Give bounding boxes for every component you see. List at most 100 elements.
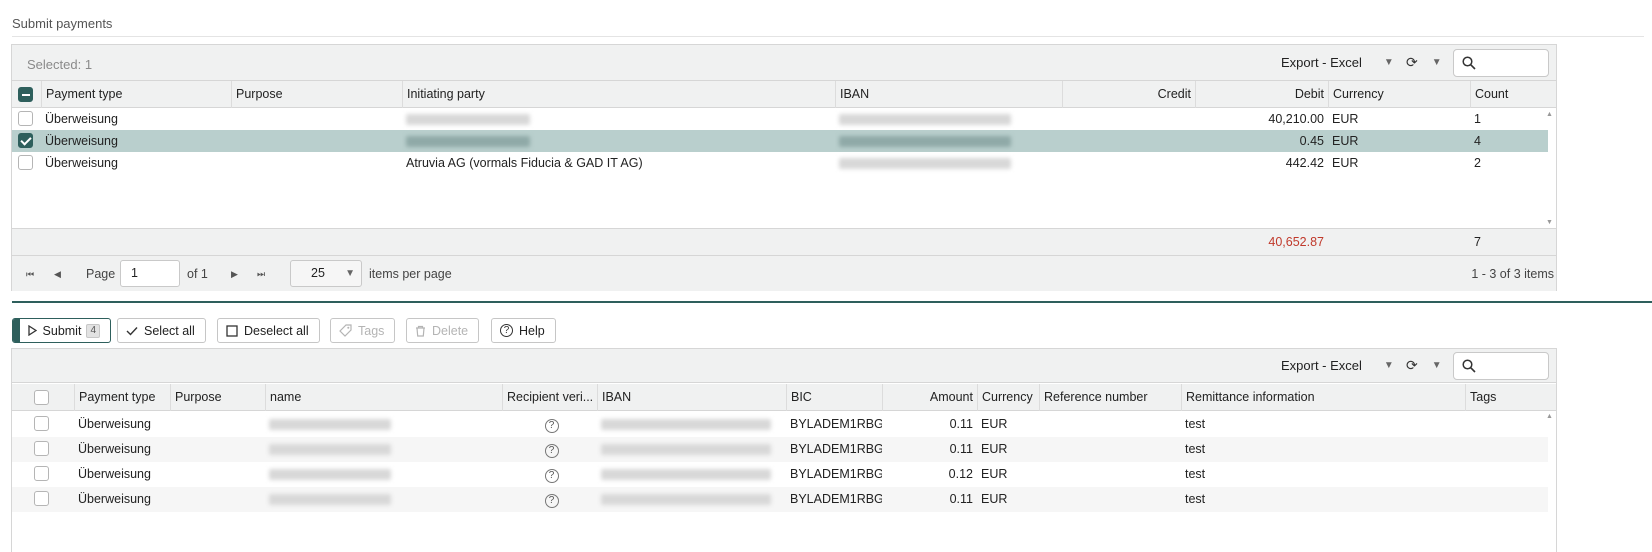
first-page-icon[interactable]: ⏮	[26, 256, 34, 292]
tags-button[interactable]: Tags	[330, 318, 396, 343]
cell-currency: EUR	[981, 492, 1008, 506]
grid-header: Payment type Purpose name Recipient veri…	[12, 384, 1556, 411]
page-label: Page	[86, 267, 116, 281]
cell-payment-type: Überweisung	[45, 134, 118, 148]
col-count[interactable]: Count	[1470, 81, 1546, 108]
cell-initiating-party: Atruvia AG (vormals Fiducia & GAD IT AG)	[406, 156, 643, 170]
cell-initiating-party-redacted	[402, 130, 835, 152]
col-debit[interactable]: Debit	[1195, 81, 1328, 108]
row-checkbox[interactable]	[34, 491, 49, 506]
select-all-cell	[12, 81, 41, 108]
table-row[interactable]: Überweisung ? BYLADEM1RBG 0.12 EUR test	[12, 462, 1548, 487]
col-bic[interactable]: BIC	[786, 384, 882, 411]
question-circle-icon[interactable]: ?	[544, 419, 559, 433]
cell-name-redacted	[265, 487, 502, 512]
table-row[interactable]: Überweisung Atruvia AG (vormals Fiducia …	[12, 152, 1548, 174]
search-input[interactable]	[1453, 352, 1549, 380]
export-excel-dropdown[interactable]: Export - Excel ▼	[1281, 358, 1394, 373]
col-currency[interactable]: Currency	[1328, 81, 1470, 108]
cell-initiating-party-redacted	[402, 108, 835, 130]
col-credit[interactable]: Credit	[1062, 81, 1195, 108]
submit-label: Submit	[42, 323, 82, 338]
cell-iban-redacted	[597, 412, 786, 437]
refresh-button[interactable]: ⟳ ▼	[1406, 54, 1446, 71]
row-checkbox[interactable]	[18, 111, 33, 126]
cell-payment-type: Überweisung	[78, 442, 151, 456]
question-circle-icon[interactable]: ?	[544, 494, 559, 508]
select-all-button[interactable]: Select all	[117, 318, 206, 343]
col-name[interactable]: name	[265, 384, 502, 411]
table-row[interactable]: Überweisung ? BYLADEM1RBG 0.11 EUR test	[12, 437, 1548, 462]
help-button[interactable]: ? Help	[491, 318, 556, 343]
delete-label: Delete	[432, 323, 469, 338]
cell-remittance: test	[1185, 467, 1206, 481]
table-row[interactable]: Überweisung 40,210.00 EUR 1	[12, 108, 1548, 130]
table-row[interactable]: Überweisung 0.45 EUR 4	[12, 130, 1548, 152]
help-label: Help	[519, 323, 545, 338]
search-input[interactable]	[1453, 49, 1549, 77]
delete-button[interactable]: Delete	[406, 318, 480, 343]
selected-count: Selected: 1	[27, 57, 93, 72]
row-checkbox[interactable]	[18, 155, 33, 170]
cell-iban-redacted	[835, 130, 1062, 152]
last-page-icon[interactable]: ⏭	[257, 256, 265, 292]
cell-payment-type: Überweisung	[45, 112, 118, 126]
page-size-select[interactable]: 25 ▼	[290, 260, 362, 287]
submit-button[interactable]: Submit 4	[12, 318, 111, 343]
grid-toolbar: Export - Excel ▼ ⟳ ▼	[12, 349, 1556, 383]
cell-currency: EUR	[1332, 134, 1359, 148]
col-purpose[interactable]: Purpose	[170, 384, 265, 411]
title-divider	[12, 36, 1644, 37]
col-recipient-verification[interactable]: Recipient veri...	[502, 384, 597, 411]
col-purpose[interactable]: Purpose	[231, 81, 402, 108]
row-checkbox[interactable]	[34, 466, 49, 481]
select-all-checkbox[interactable]	[34, 390, 49, 405]
select-all-checkbox[interactable]	[18, 87, 33, 102]
table-row[interactable]: Überweisung ? BYLADEM1RBG 0.11 EUR test	[12, 487, 1548, 512]
cell-payment-type: Überweisung	[78, 467, 151, 481]
col-reference-number[interactable]: Reference number	[1039, 384, 1181, 411]
col-initiating-party[interactable]: Initiating party	[402, 81, 835, 108]
chevron-down-icon: ▼	[345, 268, 355, 279]
question-circle-icon[interactable]: ?	[544, 469, 559, 483]
prev-page-icon[interactable]: ◀	[54, 256, 61, 292]
scroll-up-icon[interactable]: ▲	[1546, 111, 1553, 118]
scroll-down-icon[interactable]: ▼	[1546, 219, 1553, 226]
col-payment-type[interactable]: Payment type	[41, 81, 231, 108]
cell-currency: EUR	[1332, 112, 1359, 126]
col-amount[interactable]: Amount	[882, 384, 977, 411]
col-iban[interactable]: IBAN	[835, 81, 1062, 108]
deselect-all-button[interactable]: Deselect all	[217, 318, 320, 343]
col-tags[interactable]: Tags	[1465, 384, 1546, 411]
row-checkbox[interactable]	[34, 416, 49, 431]
total-count: 7	[1474, 235, 1481, 249]
cell-recipient-verification: ?	[502, 412, 597, 437]
page-number-input[interactable]: 1	[120, 260, 180, 287]
page-size-value: 25	[311, 266, 325, 280]
cell-recipient-verification: ?	[502, 437, 597, 462]
scroll-up-icon[interactable]: ▲	[1546, 413, 1553, 420]
cell-currency: EUR	[981, 442, 1008, 456]
col-currency[interactable]: Currency	[977, 384, 1039, 411]
cell-name-redacted	[265, 462, 502, 487]
cell-count: 4	[1474, 134, 1481, 148]
export-label: Export - Excel	[1281, 55, 1362, 70]
row-checkbox[interactable]	[34, 441, 49, 456]
col-remittance-information[interactable]: Remittance information	[1181, 384, 1465, 411]
col-iban[interactable]: IBAN	[597, 384, 786, 411]
cell-debit: 40,210.00	[1268, 112, 1324, 126]
grid-toolbar: Selected: 1 Export - Excel ▼ ⟳ ▼	[12, 45, 1556, 81]
select-all-label: Select all	[144, 323, 195, 338]
table-row[interactable]: Überweisung ? BYLADEM1RBG 0.11 EUR test	[12, 412, 1548, 437]
row-checkbox[interactable]	[18, 133, 33, 148]
question-circle-icon[interactable]: ?	[544, 444, 559, 458]
export-label: Export - Excel	[1281, 358, 1362, 373]
cell-iban-redacted	[835, 152, 1062, 174]
cell-iban-redacted	[597, 487, 786, 512]
col-payment-type[interactable]: Payment type	[74, 384, 170, 411]
cell-iban-redacted	[597, 437, 786, 462]
refresh-button[interactable]: ⟳ ▼	[1406, 357, 1446, 374]
next-page-icon[interactable]: ▶	[231, 256, 238, 292]
cell-recipient-verification: ?	[502, 487, 597, 512]
export-excel-dropdown[interactable]: Export - Excel ▼	[1281, 55, 1394, 70]
